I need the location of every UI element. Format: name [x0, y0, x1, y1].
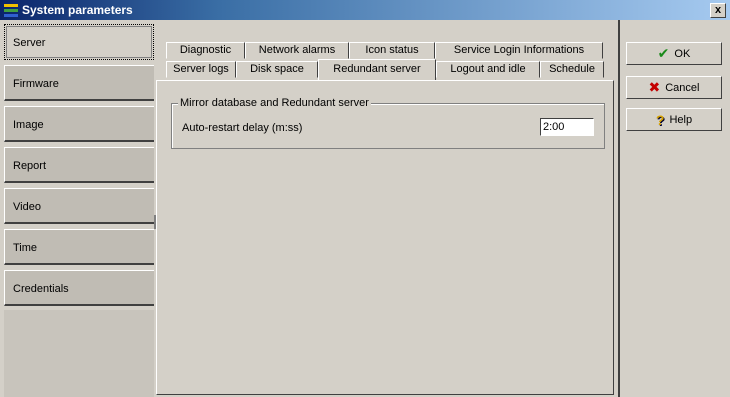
cancel-label: Cancel: [665, 81, 700, 94]
help-label: Help: [669, 113, 693, 126]
x-icon: ✖: [648, 79, 661, 95]
sidebar-item-report[interactable]: Report: [4, 147, 154, 183]
tab-network-alarms[interactable]: Network alarms: [245, 42, 349, 59]
groupbox-mirror-database: Mirror database and Redundant server Aut…: [171, 97, 605, 149]
sidebar-item-credentials[interactable]: Credentials: [4, 270, 154, 306]
tab-icon-status[interactable]: Icon status: [349, 42, 435, 59]
auto-restart-delay-input[interactable]: [540, 118, 594, 136]
app-icon: [4, 4, 18, 17]
sidebar-blank-area: [4, 310, 154, 397]
groupbox-title: Mirror database and Redundant server: [178, 97, 371, 109]
sidebar: Server Firmware Image Report Video Time …: [0, 20, 154, 397]
ok-label: OK: [674, 47, 691, 60]
tab-schedule[interactable]: Schedule: [540, 61, 604, 78]
tab-service-login-informations[interactable]: Service Login Informations: [435, 42, 603, 59]
sidebar-item-server[interactable]: Server: [4, 24, 154, 60]
sidebar-item-time[interactable]: Time: [4, 229, 154, 265]
tab-page-redundant-server: Mirror database and Redundant server Aut…: [156, 80, 614, 395]
sidebar-item-label: Video: [13, 201, 41, 213]
sidebar-item-label: Credentials: [13, 283, 69, 295]
ok-button[interactable]: ✔ OK: [626, 42, 722, 65]
sidebar-item-firmware[interactable]: Firmware: [4, 65, 154, 101]
sidebar-item-image[interactable]: Image: [4, 106, 154, 142]
window-title: System parameters: [22, 3, 133, 17]
main-panel: Diagnostic Network alarms Icon status Se…: [156, 20, 618, 397]
auto-restart-delay-label: Auto-restart delay (m:ss): [182, 122, 303, 134]
tab-logout-and-idle[interactable]: Logout and idle: [436, 61, 540, 78]
sidebar-item-label: Image: [13, 119, 44, 131]
title-bar: System parameters x: [0, 0, 730, 20]
button-panel: ✔ OK ✖ Cancel ? Help: [618, 20, 730, 397]
sidebar-item-video[interactable]: Video: [4, 188, 154, 224]
tab-diagnostic[interactable]: Diagnostic: [166, 42, 245, 59]
close-button[interactable]: x: [710, 3, 726, 18]
checkmark-icon: ✔: [657, 45, 670, 61]
sidebar-item-label: Time: [13, 242, 38, 254]
tab-server-logs[interactable]: Server logs: [166, 61, 236, 78]
sidebar-item-label: Server: [13, 37, 46, 49]
sidebar-item-label: Report: [13, 160, 47, 172]
question-icon: ?: [655, 111, 665, 128]
sidebar-item-label: Firmware: [13, 78, 59, 90]
cancel-button[interactable]: ✖ Cancel: [626, 76, 722, 99]
help-button[interactable]: ? Help: [626, 108, 722, 131]
tab-redundant-server[interactable]: Redundant server: [318, 59, 436, 80]
tab-disk-space[interactable]: Disk space: [236, 61, 318, 78]
